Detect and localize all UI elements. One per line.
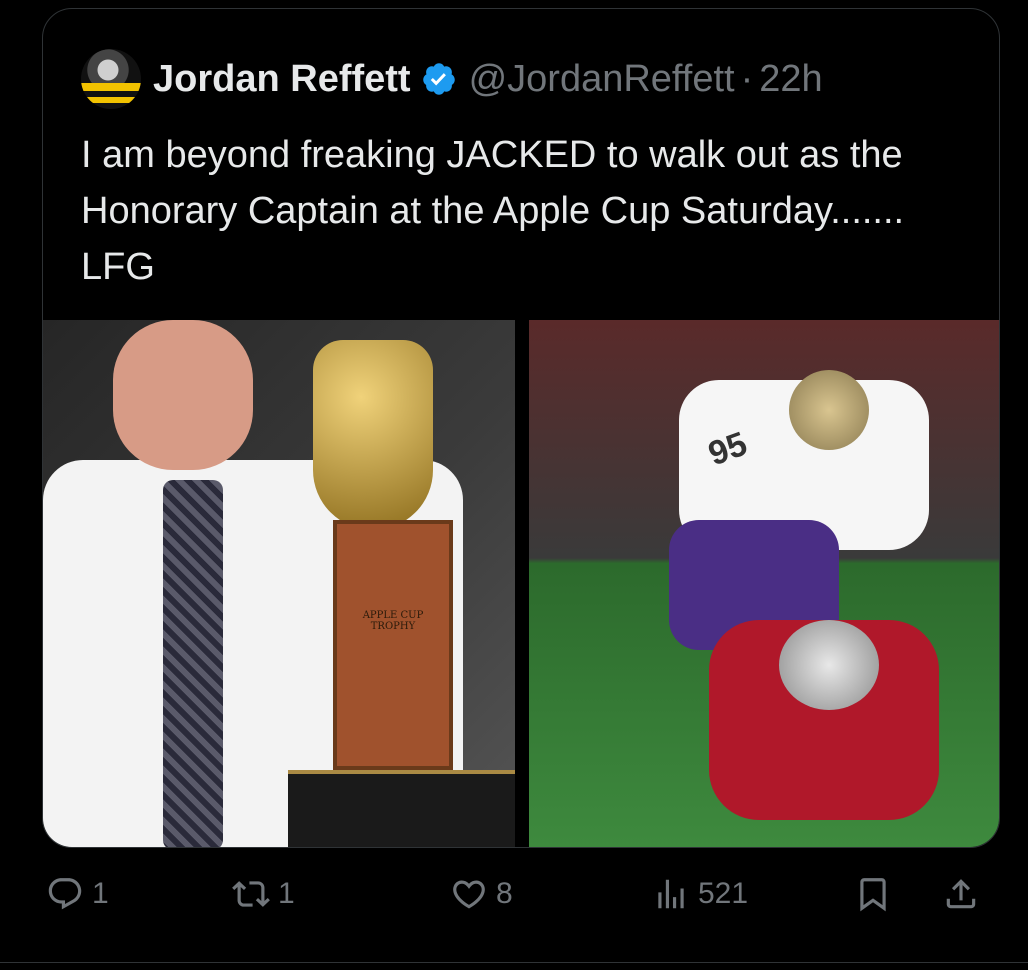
separator-dot: · xyxy=(740,57,754,100)
tweet-media[interactable]: APPLE CUP TROPHY 95 xyxy=(43,320,999,847)
reply-button[interactable]: 1 xyxy=(46,866,109,922)
reply-count: 1 xyxy=(92,877,109,910)
reply-icon xyxy=(48,878,82,910)
avatar[interactable] xyxy=(81,49,141,109)
bookmark-button[interactable] xyxy=(854,866,892,922)
views-icon xyxy=(658,879,684,909)
author-name[interactable]: Jordan Reffett xyxy=(153,58,411,101)
gold-helmet xyxy=(789,370,869,450)
divider xyxy=(0,962,1028,963)
trophy-cup-shape xyxy=(313,340,433,530)
author-handle[interactable]: @JordanReffett xyxy=(469,58,735,101)
avatar-stripe-2 xyxy=(81,97,141,103)
trophy-base xyxy=(288,770,515,847)
share-button[interactable] xyxy=(942,866,980,922)
trophy-plaque xyxy=(333,520,453,770)
avatar-stripe xyxy=(81,83,141,91)
tweet-text: I am beyond freaking JACKED to walk out … xyxy=(81,134,915,288)
football-photo[interactable]: 95 xyxy=(529,320,999,847)
repost-button[interactable]: 1 xyxy=(232,866,295,922)
heart-icon xyxy=(453,880,485,909)
head-shape xyxy=(113,320,253,470)
verified-badge-icon xyxy=(422,63,455,95)
silver-helmet xyxy=(779,620,879,710)
tweet-header: Jordan Reffett @JordanReffett · 22h xyxy=(81,49,823,109)
views-button[interactable]: 521 xyxy=(652,866,748,922)
share-icon xyxy=(946,879,976,909)
trophy-photo[interactable]: APPLE CUP TROPHY xyxy=(43,320,515,847)
repost-icon xyxy=(232,881,270,907)
tweet-card[interactable]: Jordan Reffett @JordanReffett · 22h I am… xyxy=(42,8,1000,848)
tweet-actions: 1 1 8 521 xyxy=(42,866,1000,922)
repost-count: 1 xyxy=(278,877,295,910)
bookmark-icon xyxy=(860,878,886,912)
tie-shape xyxy=(163,480,223,847)
tweet-timestamp[interactable]: 22h xyxy=(759,58,822,101)
plaque-text: APPLE CUP TROPHY xyxy=(362,610,424,632)
like-button[interactable]: 8 xyxy=(450,866,513,922)
like-count: 8 xyxy=(496,877,513,910)
views-count: 521 xyxy=(698,877,749,910)
